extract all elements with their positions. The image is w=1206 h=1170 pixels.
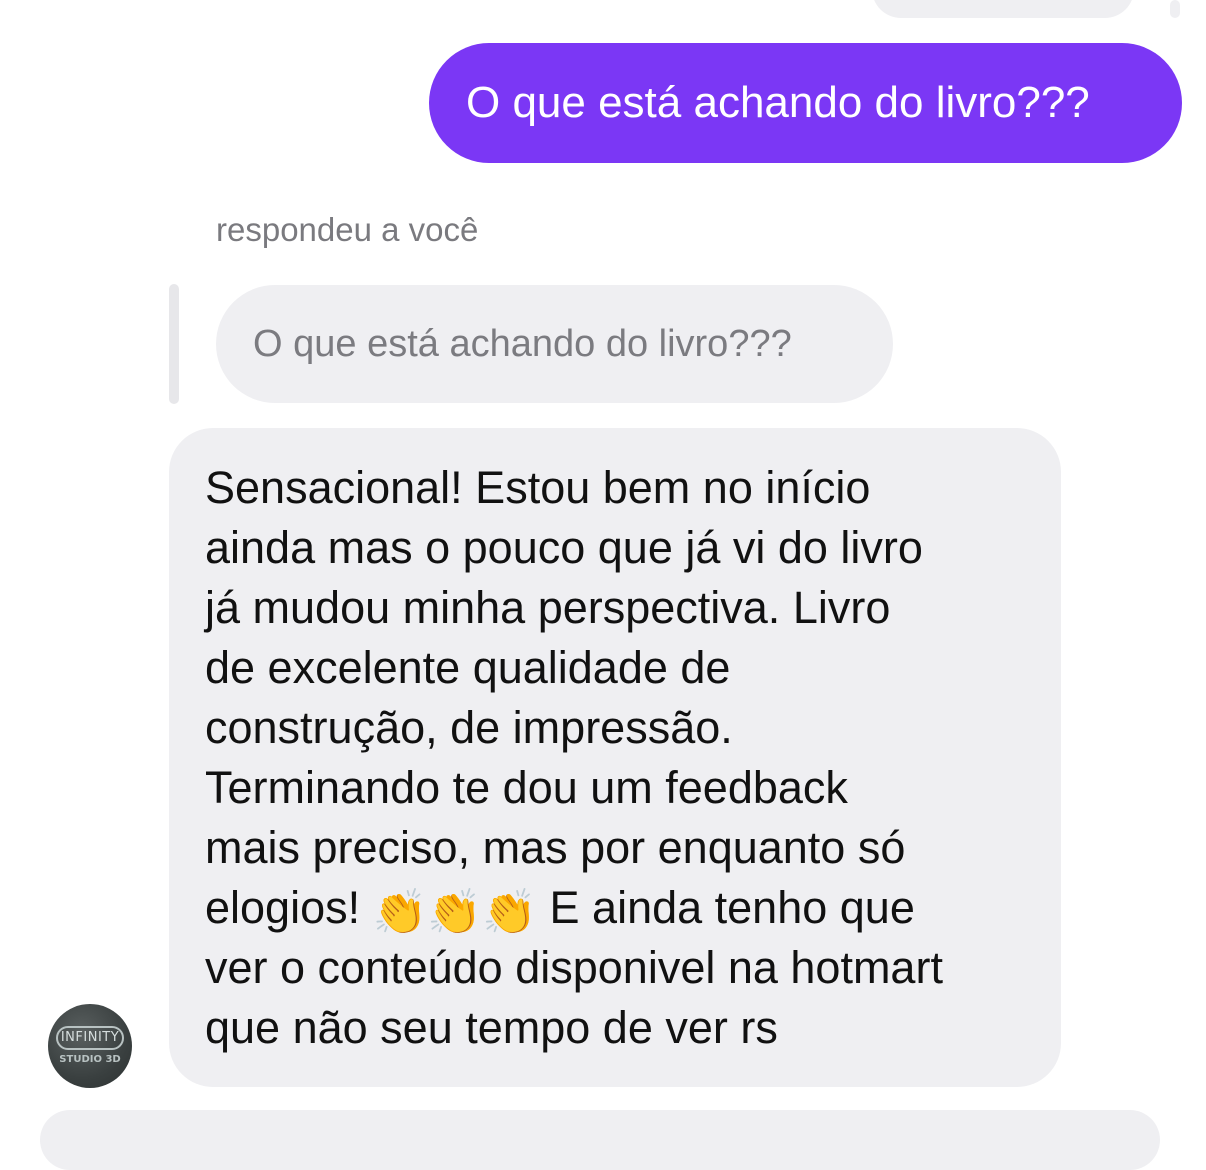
message-line: ver o conteúdo disponivel na hotmart (205, 942, 943, 993)
message-text: elogios! (205, 882, 361, 933)
message-line: Terminando te dou um feedback (205, 762, 848, 813)
message-line-emoji: elogios! 👏👏👏 E ainda tenho que (205, 878, 1041, 938)
message-line: Sensacional! Estou bem no início (205, 462, 871, 513)
clapping-hands-icon: 👏 (372, 888, 428, 937)
message-text: E ainda tenho que (549, 882, 915, 933)
received-message-bubble[interactable]: Sensacional! Estou bem no início ainda m… (169, 428, 1061, 1087)
avatar[interactable]: INFINITY STUDIO 3D (48, 1004, 132, 1088)
sent-message-bubble[interactable]: O que está achando do livro??? (429, 43, 1182, 163)
message-line: que não seu tempo de ver rs (205, 1002, 778, 1053)
quoted-message-bubble[interactable]: O que está achando do livro??? (216, 285, 893, 403)
message-line: ainda mas o pouco que já vi do livro (205, 522, 923, 573)
previous-message-bubble (872, 0, 1134, 18)
message-line: já mudou minha perspectiva. Livro (205, 582, 891, 633)
message-line: de excelente qualidade de (205, 642, 731, 693)
quote-bar (169, 284, 179, 404)
infinity-logo: INFINITY (56, 1026, 124, 1050)
message-line: construção, de impressão. (205, 702, 733, 753)
message-line: mais preciso, mas por enquanto só (205, 822, 906, 873)
reply-indicator: respondeu a você (216, 211, 479, 248)
studio-logo-text: STUDIO 3D (59, 1054, 121, 1065)
clapping-hands-icon: 👏 (482, 888, 538, 937)
next-message-bubble (40, 1110, 1160, 1170)
clapping-hands-icon: 👏 (427, 888, 483, 937)
scrollbar[interactable] (1170, 0, 1180, 18)
